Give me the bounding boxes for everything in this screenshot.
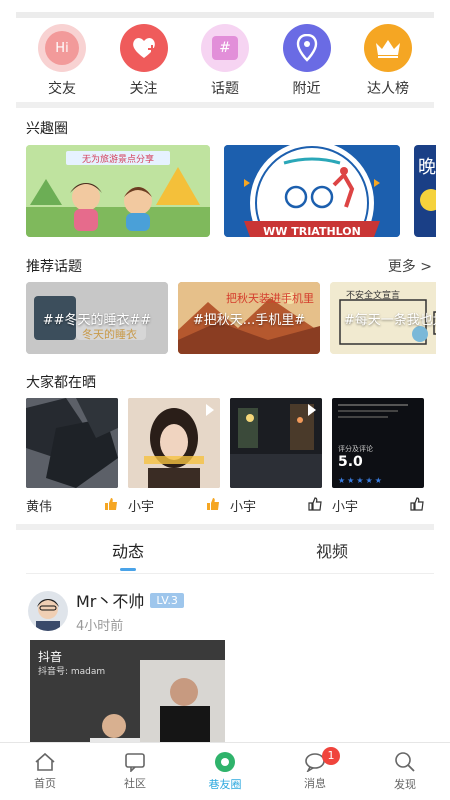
page: Hi 交友 关注 # 话题 附近 达人榜 兴趣圈 无为旅游景点分享 WW TRI… <box>0 0 450 800</box>
showcase-author: 小宇 <box>128 500 155 515</box>
bottom-nav-discover[interactable]: 发现 <box>360 743 450 800</box>
post-time: 4小时前 <box>76 619 124 634</box>
bottom-nav-label: 发现 <box>394 778 416 791</box>
topic-card-title: #把秋天...手机里# <box>192 313 306 328</box>
avatar[interactable] <box>28 591 68 631</box>
bottom-nav-label: 社区 <box>124 777 146 790</box>
post-video[interactable]: 抖音 抖音号: madam <box>30 640 225 750</box>
topics-carousel: ##冬天的睡衣## 冬天的睡衣 #把秋天...手机里# 把秋天装进手机里 #每天… <box>26 282 436 354</box>
hi-icon: Hi <box>38 24 86 72</box>
showcase-card[interactable]: 评分及评论 5.0 ★★★★★ 小宇 <box>332 398 424 520</box>
interest-card-label: WW TRIATHLON <box>263 225 361 237</box>
community-icon <box>125 753 145 772</box>
showcase-image <box>26 398 118 488</box>
score-value: 5.0 <box>338 454 363 470</box>
topic-card[interactable]: #每天一条我也太... 不安全文宣言 <box>330 282 436 354</box>
quick-nav-follow[interactable]: 关注 <box>104 20 184 98</box>
bottom-nav-messages[interactable]: 消息 1 <box>270 743 360 800</box>
circle-icon <box>215 752 235 772</box>
showcase-author: 小宇 <box>332 500 359 515</box>
quick-nav: Hi 交友 关注 # 话题 附近 达人榜 <box>16 20 434 98</box>
location-pin-icon <box>282 24 331 72</box>
home-icon <box>35 752 55 771</box>
quick-nav-nearby[interactable]: 附近 <box>267 20 347 98</box>
showcase-card[interactable]: 小宇 <box>230 398 322 520</box>
video-source: 抖音号: madam <box>38 667 106 677</box>
thumbs-up-icon[interactable] <box>104 497 118 515</box>
bottom-nav-home[interactable]: 首页 <box>0 743 90 800</box>
hashtag-icon: # <box>201 24 249 72</box>
topic-card-subtitle: 不安全文宣言 <box>346 291 401 301</box>
bottom-nav-label: 巷友圈 <box>208 778 242 791</box>
play-icon <box>308 404 316 416</box>
quick-nav-label: 交友 <box>48 81 76 97</box>
showcase-card[interactable]: 小宇 <box>128 398 220 520</box>
score-label: 评分及评论 <box>338 445 373 453</box>
quick-nav-ranking[interactable]: 达人榜 <box>348 20 428 98</box>
tab-videos[interactable]: 视频 <box>230 534 434 573</box>
search-icon <box>395 752 415 772</box>
topic-card-subtitle: 冬天的睡衣 <box>82 328 137 341</box>
interest-carousel: 无为旅游景点分享 WW TRIATHLON 晚 <box>26 145 436 237</box>
interest-card[interactable]: WW TRIATHLON <box>224 145 400 237</box>
showcase-carousel: 黄伟 小宇 小宇 评分及评论 5.0 ★★★★★ 小宇 <box>26 398 436 520</box>
crown-icon <box>364 24 412 72</box>
post-header: Mr丶不帅 LV.3 4小时前 <box>28 588 184 634</box>
showcase-image <box>230 398 322 488</box>
feed-tabs: 动态 视频 <box>26 534 434 574</box>
quick-nav-friends[interactable]: Hi 交友 <box>22 20 102 98</box>
thumbs-up-icon[interactable] <box>206 497 220 515</box>
top-divider <box>16 12 434 18</box>
quick-nav-label: 话题 <box>211 81 239 97</box>
sun-decoration <box>420 189 436 211</box>
quick-nav-label: 关注 <box>129 81 158 97</box>
quick-nav-label: 达人榜 <box>367 81 409 97</box>
heart-plus-icon <box>119 24 168 72</box>
topic-card-title: #每天一条我也太... <box>343 313 436 328</box>
post-author-name[interactable]: Mr丶不帅 <box>76 588 144 612</box>
topics-more-link[interactable]: 更多 > <box>388 256 432 276</box>
interest-card-image <box>224 145 400 237</box>
topics-title: 推荐话题 <box>26 259 82 275</box>
showcase-card[interactable]: 黄伟 <box>26 398 118 520</box>
showcase-image: 评分及评论 5.0 ★★★★★ <box>332 398 424 488</box>
section-divider <box>16 102 434 108</box>
showcase-title: 大家都在晒 <box>26 375 96 391</box>
unread-badge: 1 <box>322 747 340 765</box>
quick-nav-label: 附近 <box>292 81 321 97</box>
topic-card[interactable]: ##冬天的睡衣## 冬天的睡衣 <box>26 282 168 354</box>
thumbs-up-icon[interactable] <box>410 496 424 515</box>
tiktok-logo-icon: 抖音 <box>38 650 63 664</box>
interest-card-label: 无为旅游景点分享 <box>81 155 154 165</box>
bottom-nav-community[interactable]: 社区 <box>90 743 180 800</box>
showcase-author: 小宇 <box>230 500 257 515</box>
interest-card[interactable]: 无为旅游景点分享 <box>26 145 210 237</box>
bottom-nav: 首页 社区 巷友圈 消息 1 发现 <box>0 742 450 800</box>
section-divider <box>16 524 434 530</box>
bottom-nav-circle[interactable]: 巷友圈 <box>180 743 270 800</box>
play-icon <box>206 404 214 416</box>
topic-card[interactable]: #把秋天...手机里# 把秋天装进手机里 <box>178 282 320 354</box>
showcase-author: 黄伟 <box>26 500 53 515</box>
interest-title: 兴趣圈 <box>26 121 68 137</box>
level-badge: LV.3 <box>150 592 184 608</box>
topic-card-subtitle: 把秋天装进手机里 <box>226 292 314 305</box>
bottom-nav-label: 消息 <box>304 777 326 790</box>
thumbs-up-icon[interactable] <box>308 496 322 515</box>
tab-dynamics[interactable]: 动态 <box>26 534 230 573</box>
star-rating-icon: ★★★★★ <box>338 476 384 485</box>
showcase-image <box>128 398 220 488</box>
interest-card-label: 晚 <box>418 157 436 178</box>
interest-card[interactable]: 晚 <box>414 145 436 237</box>
bottom-nav-label: 首页 <box>34 777 56 790</box>
quick-nav-topics[interactable]: # 话题 <box>185 20 265 98</box>
